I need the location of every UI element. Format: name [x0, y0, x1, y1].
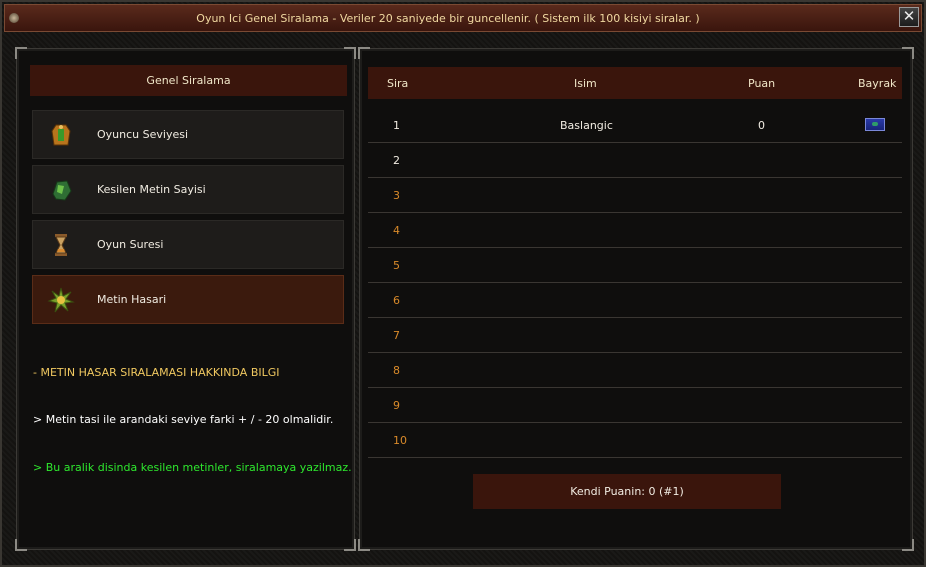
row-rank: 5: [393, 259, 400, 272]
info-title: - METIN HASAR SIRALAMASI HAKKINDA BILGI: [33, 366, 280, 379]
row-rank: 2: [393, 154, 400, 167]
category-item-label: Kesilen Metin Sayisi: [97, 183, 206, 196]
row-rank: 4: [393, 224, 400, 237]
category-item-stone-damage[interactable]: Metin Hasari: [32, 275, 344, 324]
category-item-label: Oyuncu Seviyesi: [97, 128, 189, 141]
info-level-rule: > Metin tasi ile arandaki seviye farki +…: [33, 413, 334, 426]
table-row[interactable]: 8: [368, 353, 902, 388]
frame-corner: [15, 539, 27, 551]
burst-icon: [47, 287, 75, 313]
table-row[interactable]: 5: [368, 248, 902, 283]
category-item-label: Metin Hasari: [97, 293, 167, 306]
category-item-stones-cut[interactable]: Kesilen Metin Sayisi: [32, 165, 344, 214]
flag-icon: [865, 118, 885, 131]
table-row[interactable]: 2: [368, 143, 902, 178]
row-rank: 9: [393, 399, 400, 412]
ranking-panel: Sira Isim Puan Bayrak 1 Baslangic 0 2 3 …: [358, 47, 914, 551]
row-rank: 8: [393, 364, 400, 377]
category-item-play-time[interactable]: Oyun Suresi: [32, 220, 344, 269]
info-exclusion-note: > Bu aralik disinda kesilen metinler, si…: [33, 461, 352, 474]
row-rank: 10: [393, 434, 407, 447]
category-header: Genel Siralama: [30, 65, 347, 96]
frame-corner: [344, 47, 356, 59]
table-row[interactable]: 10: [368, 423, 902, 458]
column-name: Isim: [574, 77, 597, 90]
table-row[interactable]: 9: [368, 388, 902, 423]
ranking-window: Oyun Ici Genel Siralama - Veriler 20 san…: [0, 0, 926, 567]
frame-corner: [358, 47, 370, 59]
table-row[interactable]: 1 Baslangic 0: [368, 108, 902, 143]
close-button[interactable]: ✕: [899, 7, 919, 27]
category-item-player-level[interactable]: Oyuncu Seviyesi: [32, 110, 344, 159]
row-rank: 3: [393, 189, 400, 202]
column-rank: Sira: [387, 77, 409, 90]
column-flag: Bayrak: [858, 77, 897, 90]
own-score-box: Kendi Puanin: 0 (#1): [473, 474, 781, 509]
hourglass-icon: [55, 234, 67, 256]
table-row[interactable]: 3: [368, 178, 902, 213]
ranking-table-header: Sira Isim Puan Bayrak: [368, 67, 902, 99]
row-rank: 1: [393, 119, 400, 132]
row-rank: 6: [393, 294, 400, 307]
frame-corner: [358, 539, 370, 551]
frame-corner: [344, 539, 356, 551]
category-panel: Genel Siralama Oyuncu Seviyesi Kesilen M…: [15, 47, 356, 551]
window-title: Oyun Ici Genel Siralama - Veriler 20 san…: [196, 12, 700, 25]
frame-corner: [902, 47, 914, 59]
table-row[interactable]: 6: [368, 283, 902, 318]
armor-icon: [51, 124, 71, 146]
row-name: Baslangic: [560, 119, 613, 132]
column-score: Puan: [748, 77, 776, 90]
frame-corner: [15, 47, 27, 59]
stone-icon: [52, 180, 72, 201]
category-item-label: Oyun Suresi: [97, 238, 164, 251]
row-score: 0: [758, 119, 765, 132]
title-bar[interactable]: Oyun Ici Genel Siralama - Veriler 20 san…: [4, 4, 922, 32]
table-row[interactable]: 7: [368, 318, 902, 353]
frame-corner: [902, 539, 914, 551]
table-row[interactable]: 4: [368, 213, 902, 248]
row-rank: 7: [393, 329, 400, 342]
